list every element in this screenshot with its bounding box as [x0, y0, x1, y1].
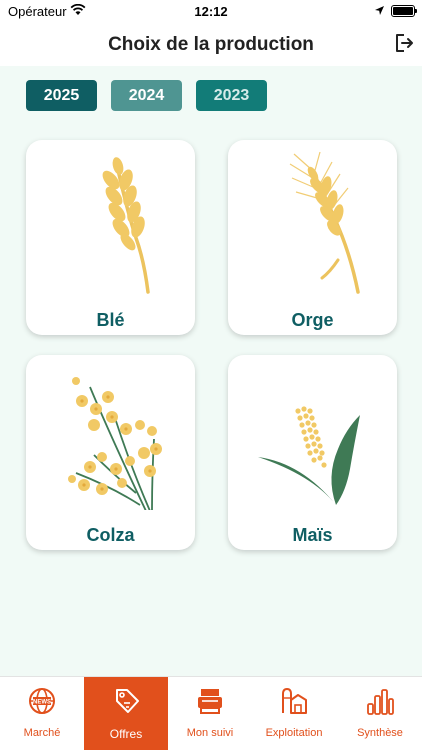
production-content: 2025 2024 2023 Blé Orge Colza Maïs [0, 66, 422, 676]
year-tab-2023[interactable]: 2023 [196, 80, 267, 111]
barley-icon [289, 151, 360, 294]
production-label: Colza [86, 525, 135, 545]
svg-text:NEWS: NEWS [33, 700, 51, 706]
production-card-colza[interactable]: Colza [26, 355, 195, 550]
year-tab-2024[interactable]: 2024 [111, 80, 182, 111]
tab-label: Offres [109, 727, 143, 741]
logout-icon[interactable] [393, 32, 415, 54]
bar-chart-icon [367, 689, 394, 715]
clock: 12:12 [194, 4, 228, 19]
price-tag-icon [116, 689, 139, 713]
wheat-icon [102, 157, 150, 294]
location-arrow-icon [375, 6, 384, 15]
tab-exploitation[interactable]: Exploitation [252, 677, 336, 750]
globe-news-icon: NEWS [29, 688, 55, 714]
production-label: Blé [96, 310, 125, 330]
battery-icon [391, 5, 417, 17]
corn-icon [258, 406, 360, 505]
printer-tray-icon [198, 689, 222, 714]
tab-bar: NEWS Marché Offres Mon suivi Exploitatio… [0, 676, 422, 750]
rapeseed-icon [68, 377, 162, 510]
status-bar: Opérateur 12:12 [0, 0, 422, 24]
tab-label: Exploitation [265, 727, 323, 739]
tab-label: Marché [23, 727, 61, 739]
tab-marche[interactable]: NEWS Marché [0, 677, 84, 750]
production-label: Maïs [292, 525, 333, 545]
year-tab-2025[interactable]: 2025 [26, 80, 97, 111]
production-card-orge[interactable]: Orge [228, 140, 397, 335]
tab-mon-suivi[interactable]: Mon suivi [168, 677, 252, 750]
barn-silo-icon [282, 687, 307, 714]
tab-synthese[interactable]: Synthèse [338, 677, 422, 750]
production-card-mais[interactable]: Maïs [228, 355, 397, 550]
tab-offres[interactable]: Offres [84, 677, 168, 750]
navigation-bar: Choix de la production [0, 24, 422, 66]
production-card-ble[interactable]: Blé [26, 140, 195, 335]
tab-label: Synthèse [357, 727, 403, 739]
page-title: Choix de la production [108, 34, 314, 55]
production-label: Orge [291, 310, 334, 330]
tab-label: Mon suivi [186, 727, 234, 739]
